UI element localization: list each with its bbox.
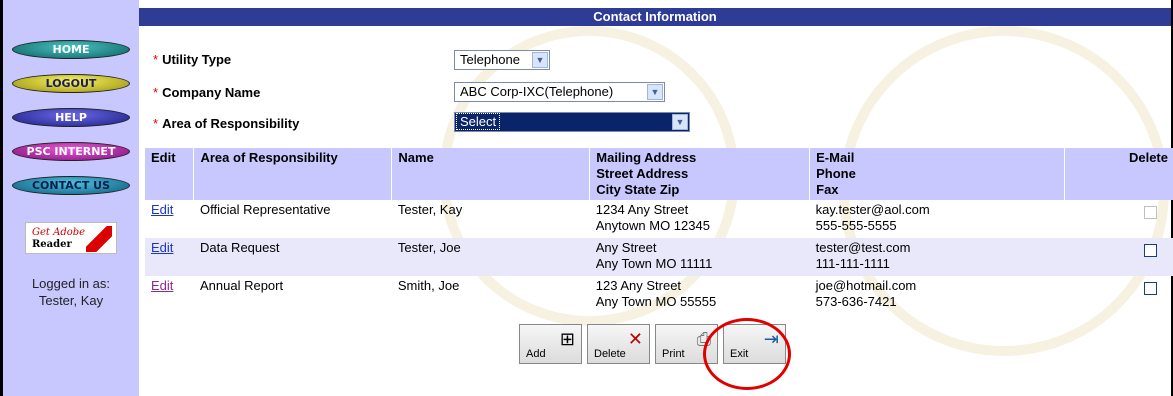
get-adobe-reader-link[interactable]: Get Adobe Reader [25, 222, 117, 254]
utility-type-label-text: Utility Type [162, 52, 232, 67]
chevron-down-icon[interactable]: ▼ [647, 84, 663, 100]
adobe-get-label: Get Adobe [32, 227, 86, 238]
delete-checkbox [1143, 206, 1157, 219]
contact-us-button[interactable]: CONTACT US [12, 176, 130, 195]
adobe-logo-icon [86, 226, 112, 252]
contact-cell: joe@hotmail.com 573-636-7421 [810, 276, 1065, 314]
logged-in-label: Logged in as: [31, 276, 111, 291]
company-name-label-text: Company Name [162, 85, 261, 100]
table-header-row: Edit Area of Responsibility Name Mailing… [145, 148, 1173, 200]
company-name-label: * Company Name [153, 85, 260, 100]
email-text: kay.tester@aol.com [815, 202, 930, 217]
header-email: E-Mail [816, 150, 855, 165]
header-fax: Fax [816, 182, 839, 197]
delete-checkbox[interactable] [1143, 282, 1157, 295]
delete-x-icon: ✕ [627, 329, 643, 349]
area-cell: Data Request [193, 238, 392, 276]
city-text: Anytown MO 12345 [595, 218, 710, 233]
city-text: Any Town MO 55555 [595, 294, 717, 309]
area-label: * Area of Responsibility [153, 116, 299, 131]
utility-type-value: Telephone [460, 52, 520, 67]
chevron-down-icon[interactable]: ▼ [532, 52, 548, 68]
logged-in-info: Logged in as: Tester, Kay [3, 275, 139, 309]
add-button[interactable]: Add ⊞ [519, 324, 582, 364]
header-phone: Phone [816, 166, 856, 181]
area-cell: Annual Report [199, 278, 284, 293]
edit-link[interactable]: Edit [151, 202, 173, 217]
delete-button[interactable]: Delete ✕ [587, 324, 650, 364]
logout-button[interactable]: LOGOUT [12, 74, 130, 93]
table-row: Edit Annual Report Smith, Joe 123 Any St… [145, 276, 1173, 314]
required-marker: * [153, 85, 159, 100]
contact-cell: kay.tester@aol.com 555-555-5555 [810, 200, 1065, 238]
col-header-name: Name [391, 148, 591, 200]
table-row: Edit Data Request Tester, Joe Any Street… [145, 238, 1173, 276]
header-street-address: Street Address [596, 166, 689, 181]
top-strip [3, 0, 1171, 8]
print-label: Print [662, 348, 685, 360]
required-marker: * [153, 52, 159, 67]
area-cell: Official Representative [199, 202, 331, 217]
email-text: joe@hotmail.com [815, 278, 917, 293]
name-cell: Tester, Joe [391, 238, 590, 276]
add-icon: ⊞ [559, 329, 575, 349]
logged-in-user: Tester, Kay [38, 293, 104, 308]
contact-cell: tester@test.com 111-111-1111 [809, 238, 1065, 276]
col-header-delete: Delete [1064, 148, 1173, 200]
psc-internet-button[interactable]: PSC INTERNET [12, 142, 130, 161]
street-text: 1234 Any Street [595, 202, 689, 217]
street-text: 123 Any Street [595, 278, 682, 293]
company-name-select[interactable]: ABC Corp-IXC(Telephone) ▼ [454, 82, 665, 102]
city-text: Any Town MO 11111 [595, 256, 713, 271]
area-select[interactable]: Select ▼ [454, 112, 690, 132]
phone-text: 111-111-1111 [815, 256, 890, 271]
edit-link[interactable]: Edit [151, 240, 173, 255]
address-cell: 1234 Any Street Anytown MO 12345 [590, 200, 810, 238]
name-cell: Smith, Joe [397, 278, 460, 293]
phone-text: 573-636-7421 [815, 294, 897, 309]
company-name-value: ABC Corp-IXC(Telephone) [460, 84, 614, 99]
utility-type-select[interactable]: Telephone ▼ [454, 50, 550, 70]
contacts-table: Edit Area of Responsibility Name Mailing… [145, 148, 1173, 314]
col-header-address: Mailing Address Street Address City Stat… [589, 148, 811, 200]
utility-type-label: * Utility Type [153, 52, 231, 67]
area-label-text: Area of Responsibility [162, 116, 300, 131]
email-text: tester@test.com [815, 240, 911, 255]
col-header-area: Area of Responsibility [193, 148, 393, 200]
col-header-edit: Edit [145, 148, 195, 200]
required-marker: * [153, 116, 159, 131]
delete-checkbox[interactable] [1143, 244, 1157, 257]
add-label: Add [526, 348, 546, 360]
chevron-down-icon[interactable]: ▼ [672, 114, 688, 130]
help-button[interactable]: HELP [12, 108, 130, 127]
table-row: Edit Official Representative Tester, Kay… [145, 200, 1173, 238]
page-title: Contact Information [139, 8, 1171, 26]
sidebar: HOME LOGOUT HELP PSC INTERNET CONTACT US… [3, 0, 139, 396]
home-button[interactable]: HOME [12, 40, 130, 59]
highlight-circle [703, 318, 791, 390]
address-cell: Any Street Any Town MO 11111 [589, 238, 810, 276]
col-header-contact: E-Mail Phone Fax [809, 148, 1066, 200]
delete-label: Delete [594, 348, 626, 360]
header-city-state-zip: City State Zip [596, 182, 680, 197]
area-value: Select [456, 113, 501, 130]
name-cell: Tester, Kay [397, 202, 463, 217]
header-mailing-address: Mailing Address [596, 150, 697, 165]
edit-link[interactable]: Edit [151, 278, 173, 293]
street-text: Any Street [595, 240, 657, 255]
address-cell: 123 Any Street Any Town MO 55555 [590, 276, 810, 314]
phone-text: 555-555-5555 [815, 218, 897, 233]
